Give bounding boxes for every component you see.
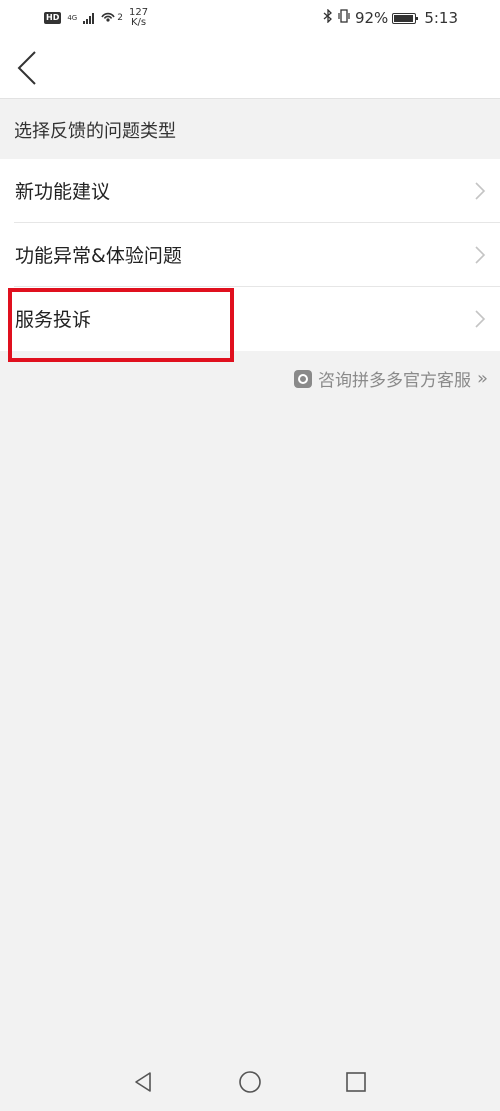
- status-bar: HD 4G 2 127 K/s 92% 5:13: [0, 0, 500, 38]
- status-bar-right: 92% 5:13: [323, 8, 458, 27]
- nav-recents-icon[interactable]: [344, 1070, 368, 1094]
- chevron-right-icon: [475, 310, 486, 328]
- menu-item-label: 新功能建议: [15, 181, 111, 203]
- vibrate-icon: [337, 9, 351, 27]
- hd-badge: HD: [44, 12, 62, 24]
- menu-item-new-feature[interactable]: 新功能建议: [0, 159, 500, 223]
- menu-item-label: 功能异常&体验问题: [15, 245, 182, 267]
- chevron-right-icon: [475, 182, 486, 200]
- double-chevron-right-icon: »: [476, 368, 488, 389]
- menu-item-label: 服务投诉: [15, 309, 92, 331]
- signal-icon: [83, 12, 95, 24]
- section-header: 选择反馈的问题类型: [0, 99, 500, 159]
- customer-service-link[interactable]: 咨询拼多多官方客服 »: [293, 366, 488, 391]
- customer-service-icon: [293, 369, 312, 388]
- clock: 5:13: [424, 9, 458, 27]
- customer-service-label: 咨询拼多多官方客服: [317, 371, 471, 391]
- chevron-left-icon: [17, 51, 36, 85]
- back-button[interactable]: [10, 48, 46, 88]
- system-nav-bar: [0, 1053, 500, 1111]
- menu-item-function-issue[interactable]: 功能异常&体验问题: [0, 223, 500, 287]
- chevron-right-icon: [475, 246, 486, 264]
- nav-bar: [0, 38, 500, 99]
- feedback-type-list: 新功能建议 功能异常&体验问题 服务投诉: [0, 159, 500, 351]
- hotspot-count: 2: [117, 13, 123, 23]
- menu-item-service-complaint[interactable]: 服务投诉: [0, 287, 500, 351]
- section-title: 选择反馈的问题类型: [14, 121, 176, 142]
- nav-home-icon[interactable]: [238, 1070, 262, 1094]
- network-type-top: 4G: [67, 13, 78, 22]
- battery-fill: [394, 14, 413, 22]
- hotspot-icon: [100, 9, 116, 27]
- network-type: 4G: [67, 13, 78, 22]
- network-speed: 127 K/s: [129, 8, 148, 28]
- speed-unit: K/s: [130, 17, 147, 28]
- status-bar-left: HD 4G 2 127 K/s: [44, 8, 148, 28]
- battery-percent: 92%: [354, 9, 389, 27]
- battery-icon: [392, 12, 419, 24]
- nav-back-icon[interactable]: [131, 1070, 155, 1094]
- bluetooth-icon: [323, 8, 333, 27]
